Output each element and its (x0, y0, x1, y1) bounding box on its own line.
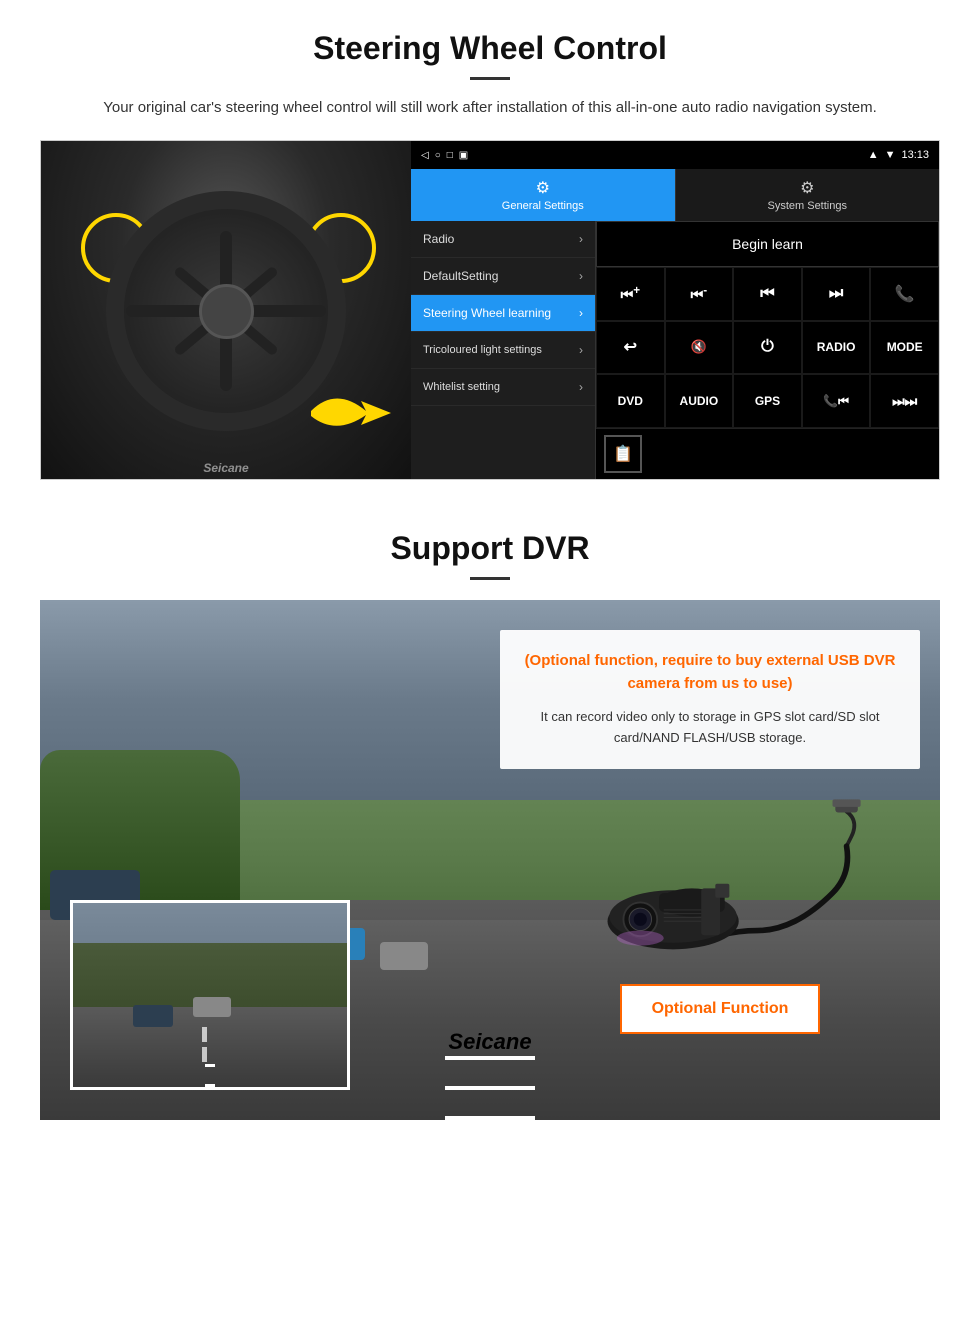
dvr-optional-text: (Optional function, require to buy exter… (520, 650, 900, 695)
tab-general-settings[interactable]: ⚙ General Settings (411, 169, 675, 221)
dvr-camera-illustration (570, 799, 870, 959)
android-right-panel: Begin learn ⏮+ ⏮- ⏮ ⏭ 📞 ↩ 🔇 ⏻ RADIO MODE… (596, 221, 939, 479)
dvr-title: Support DVR (40, 530, 940, 567)
optional-function-button[interactable]: Optional Function (620, 984, 821, 1034)
menu-item-tricoloured[interactable]: Tricoloured light settings › (411, 332, 595, 369)
steering-photo: Seicane (41, 141, 411, 480)
menu-item-radio[interactable]: Radio › (411, 221, 595, 258)
signal-icon: ▲ (868, 149, 879, 161)
android-panel: ◁ ○ □ ▣ ▲ ▼ 13:13 ⚙ General Settings (411, 141, 939, 479)
steering-arrow (306, 381, 396, 451)
status-nav-icons: ◁ ○ □ ▣ (421, 150, 468, 161)
ctrl-fast-forward[interactable]: ⏭⏭ (870, 374, 939, 428)
title-divider (470, 77, 510, 80)
android-menu: Radio › DefaultSetting › Steering Wheel … (411, 221, 596, 479)
ctrl-radio[interactable]: RADIO (802, 321, 871, 375)
status-right-icons: ▲ ▼ 13:13 (868, 149, 929, 161)
home-icon[interactable]: ○ (435, 150, 441, 161)
ctrl-next[interactable]: ⏭ (802, 267, 871, 321)
steering-section: Steering Wheel Control Your original car… (0, 0, 980, 500)
dvr-title-divider (470, 577, 510, 580)
ctrl-vol-down[interactable]: ⏮- (665, 267, 734, 321)
ctrl-dvd[interactable]: DVD (596, 374, 665, 428)
steering-title: Steering Wheel Control (40, 30, 940, 67)
wifi-icon: ▼ (885, 149, 896, 161)
android-content: Radio › DefaultSetting › Steering Wheel … (411, 221, 939, 479)
menu-item-whitelist[interactable]: Whitelist setting › (411, 369, 595, 406)
ctrl-mode[interactable]: MODE (870, 321, 939, 375)
menu-item-default-setting[interactable]: DefaultSetting › (411, 258, 595, 295)
ctrl-gps[interactable]: GPS (733, 374, 802, 428)
ctrl-call[interactable]: 📞 (870, 267, 939, 321)
bottom-row: 📋 (596, 428, 939, 479)
seicane-brand-watermark: Seicane (448, 1019, 531, 1065)
menu-item-steering-wheel[interactable]: Steering Wheel learning › (411, 295, 595, 332)
ctrl-hang-up[interactable]: ↩ (596, 321, 665, 375)
ctrl-vol-up[interactable]: ⏮+ (596, 267, 665, 321)
dvr-small-road (73, 903, 347, 1087)
ctrl-call-prev[interactable]: 📞⏮ (802, 374, 871, 428)
tab-system-settings[interactable]: ⚙ System Settings (675, 169, 940, 221)
dvr-description: It can record video only to storage in G… (520, 707, 900, 749)
recents-icon[interactable]: □ (447, 150, 453, 161)
dvr-section: Support DVR (0, 500, 980, 1130)
android-tabs: ⚙ General Settings ⚙ System Settings (411, 169, 939, 221)
system-icon: ⚙ (800, 178, 814, 198)
back-icon[interactable]: ◁ (421, 150, 429, 161)
tab-general-label: General Settings (502, 200, 584, 212)
dvr-small-image (70, 900, 350, 1090)
begin-learn-button[interactable]: Begin learn (596, 221, 939, 267)
steering-photo-inner: Seicane (41, 141, 411, 480)
steering-composite: Seicane ◁ ○ □ ▣ ▲ ▼ 13:13 (40, 140, 940, 480)
ctrl-audio[interactable]: AUDIO (665, 374, 734, 428)
chevron-icon: › (579, 343, 583, 357)
seicane-photo-watermark: Seicane (203, 461, 248, 475)
dvr-info-box: (Optional function, require to buy exter… (500, 630, 920, 769)
menu-icon[interactable]: ▣ (459, 150, 468, 161)
chevron-icon: › (579, 380, 583, 394)
tab-system-label: System Settings (768, 200, 847, 212)
chevron-icon: › (579, 232, 583, 246)
settings-gear-icon: ⚙ (536, 178, 550, 198)
ctrl-mute[interactable]: 🔇 (665, 321, 734, 375)
ctrl-prev[interactable]: ⏮ (733, 267, 802, 321)
ctrl-power[interactable]: ⏻ (733, 321, 802, 375)
dvr-info-column: (Optional function, require to buy exter… (500, 600, 940, 1120)
chevron-active-icon: › (579, 306, 583, 320)
controls-grid: ⏮+ ⏮- ⏮ ⏭ 📞 ↩ 🔇 ⏻ RADIO MODE DVD AUDIO G… (596, 267, 939, 428)
chevron-icon: › (579, 269, 583, 283)
android-status-bar: ◁ ○ □ ▣ ▲ ▼ 13:13 (411, 141, 939, 169)
dvr-photo-container: (Optional function, require to buy exter… (40, 600, 940, 1120)
dvr-camera-area (500, 789, 940, 969)
steering-desc: Your original car's steering wheel contr… (100, 96, 880, 120)
file-icon-button[interactable]: 📋 (604, 435, 642, 473)
status-time: 13:13 (901, 149, 929, 161)
